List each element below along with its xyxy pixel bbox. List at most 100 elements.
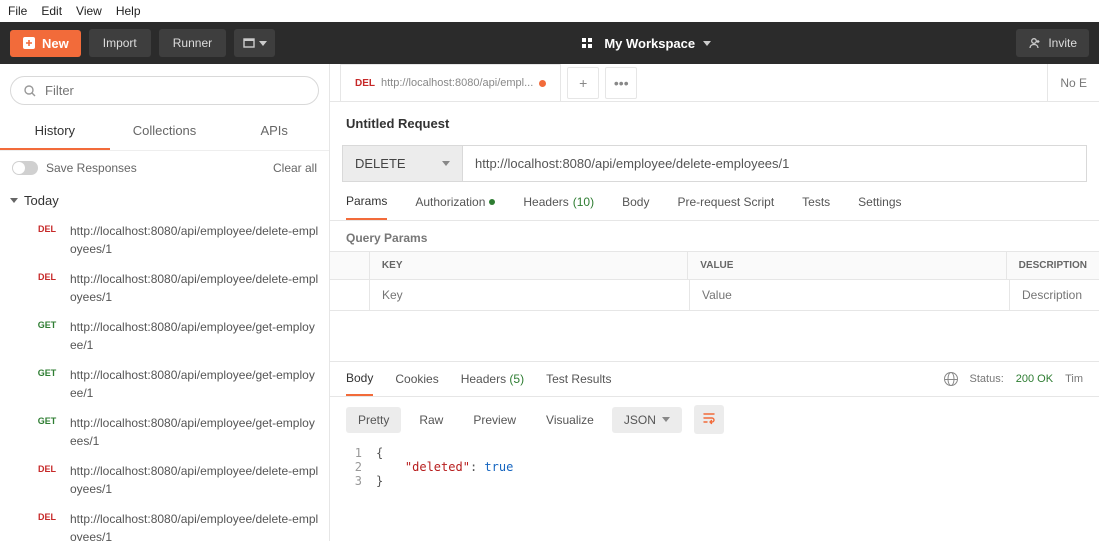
resp-tab-headers[interactable]: Headers (5) (461, 362, 524, 396)
window-mode-button[interactable] (234, 29, 275, 57)
qp-key-input[interactable] (382, 288, 677, 302)
import-button[interactable]: Import (89, 29, 151, 57)
tab-settings[interactable]: Settings (858, 194, 901, 220)
qp-head-value: VALUE (688, 252, 1006, 279)
history-item[interactable]: DEL http://localhost:8080/api/employee/de… (0, 216, 329, 264)
resp-tab-body[interactable]: Body (346, 362, 373, 396)
viewer-bar: Pretty Raw Preview Visualize JSON (330, 397, 1099, 442)
history-url: http://localhost:8080/api/employee/delet… (70, 462, 319, 498)
new-button-label: New (42, 36, 69, 51)
grid-icon (580, 36, 594, 50)
sidebar-tab-apis[interactable]: APIs (219, 113, 329, 150)
history-list: DEL http://localhost:8080/api/employee/de… (0, 216, 329, 541)
plus-icon (22, 36, 36, 50)
caret-down-icon (703, 41, 711, 46)
line-number: 1 (346, 446, 376, 460)
clear-all-button[interactable]: Clear all (273, 161, 317, 175)
window-icon (242, 36, 256, 50)
today-header[interactable]: Today (0, 185, 329, 216)
save-responses-label: Save Responses (46, 161, 137, 175)
tab-authorization[interactable]: Authorization (415, 194, 495, 220)
qp-head-desc: DESCRIPTION (1007, 252, 1099, 279)
code-text: "deleted": true (376, 460, 513, 474)
qp-value-input[interactable] (702, 288, 997, 302)
resp-tab-testresults[interactable]: Test Results (546, 362, 611, 396)
tab-method: DEL (355, 78, 375, 89)
history-method: DEL (34, 510, 60, 522)
new-tab-button[interactable]: + (567, 67, 599, 99)
history-item[interactable]: DEL http://localhost:8080/api/employee/de… (0, 504, 329, 541)
tab-prerequest[interactable]: Pre-request Script (677, 194, 774, 220)
wrap-lines-button[interactable] (694, 405, 724, 434)
caret-down-icon (259, 41, 267, 46)
tab-headers[interactable]: Headers (10) (523, 194, 594, 220)
sidebar-tabs: History Collections APIs (0, 113, 329, 151)
history-item[interactable]: DEL http://localhost:8080/api/employee/de… (0, 456, 329, 504)
format-select[interactable]: JSON (612, 407, 682, 433)
history-url: http://localhost:8080/api/employee/get-e… (70, 318, 319, 354)
raw-button[interactable]: Raw (407, 407, 455, 433)
visualize-button[interactable]: Visualize (534, 407, 606, 433)
history-item[interactable]: GEThttp://localhost:8080/api/employee/ge… (0, 360, 329, 408)
save-responses-toggle[interactable] (12, 161, 38, 175)
history-method: DEL (34, 462, 60, 474)
sidebar: History Collections APIs Save Responses … (0, 64, 330, 541)
history-item[interactable]: GET http://localhost:8080/api/employee/ge… (0, 312, 329, 360)
history-item[interactable]: DEL http://localhost:8080/api/employee/de… (0, 264, 329, 312)
status-label: Status: (970, 373, 1004, 385)
menu-view[interactable]: View (76, 4, 102, 18)
runner-button[interactable]: Runner (159, 29, 226, 57)
history-url: http://localhost:8080/api/employee/get-e… (70, 414, 319, 450)
auth-dot-icon (489, 199, 495, 205)
pretty-button[interactable]: Pretty (346, 407, 401, 433)
new-button[interactable]: New (10, 30, 81, 57)
history-url: http://localhost:8080/api/employee/delet… (70, 510, 319, 541)
unsaved-dot-icon (539, 80, 546, 87)
workspace-label: My Workspace (604, 36, 695, 51)
sidebar-tab-collections[interactable]: Collections (110, 113, 220, 150)
qp-head-key: KEY (370, 252, 688, 279)
menu-file[interactable]: File (8, 4, 27, 18)
response-tabs: Body Cookies Headers (5) Test Results St… (330, 361, 1099, 397)
caret-down-icon (662, 417, 670, 422)
url-input[interactable] (463, 146, 1086, 181)
invite-icon (1028, 36, 1042, 50)
chevron-down-icon (10, 198, 18, 203)
menu-help[interactable]: Help (116, 4, 141, 18)
history-method: GET (34, 366, 60, 378)
request-tab[interactable]: DEL http://localhost:8080/api/empl... (340, 64, 561, 101)
request-title: Untitled Request (330, 102, 1099, 145)
qp-desc-input[interactable] (1022, 288, 1087, 302)
tab-url: http://localhost:8080/api/empl... (381, 77, 533, 89)
query-params-label: Query Params (330, 221, 1099, 251)
filter-input[interactable] (45, 83, 306, 98)
preview-button[interactable]: Preview (461, 407, 528, 433)
menu-edit[interactable]: Edit (41, 4, 62, 18)
environment-dropdown[interactable]: No E (1047, 64, 1099, 102)
history-method: DEL (34, 270, 60, 282)
tab-tests[interactable]: Tests (802, 194, 830, 220)
history-method: DEL (34, 222, 60, 234)
globe-icon[interactable] (944, 372, 958, 386)
tab-body[interactable]: Body (622, 194, 649, 220)
history-url: http://localhost:8080/api/employee/delet… (70, 222, 319, 258)
history-method: GET (34, 318, 60, 330)
filter-input-wrap[interactable] (10, 76, 319, 105)
invite-button[interactable]: Invite (1016, 29, 1089, 57)
method-value: DELETE (355, 156, 406, 171)
resp-tab-cookies[interactable]: Cookies (395, 362, 438, 396)
history-url: http://localhost:8080/api/employee/delet… (70, 270, 319, 306)
search-icon (23, 84, 37, 98)
code-text: { (376, 446, 383, 460)
invite-label: Invite (1048, 36, 1077, 50)
request-option-tabs: Params Authorization Headers (10) Body P… (330, 182, 1099, 221)
today-label: Today (24, 193, 59, 208)
response-body-view[interactable]: 1{2 "deleted": true3} (330, 442, 1099, 492)
method-select[interactable]: DELETE (343, 146, 463, 181)
sidebar-tab-history[interactable]: History (0, 113, 110, 150)
query-params-table: KEY VALUE DESCRIPTION (330, 251, 1099, 311)
tab-options-button[interactable]: ••• (605, 67, 637, 99)
history-item[interactable]: GEThttp://localhost:8080/api/employee/ge… (0, 408, 329, 456)
tab-params[interactable]: Params (346, 194, 387, 220)
workspace-dropdown[interactable]: My Workspace (604, 36, 711, 51)
